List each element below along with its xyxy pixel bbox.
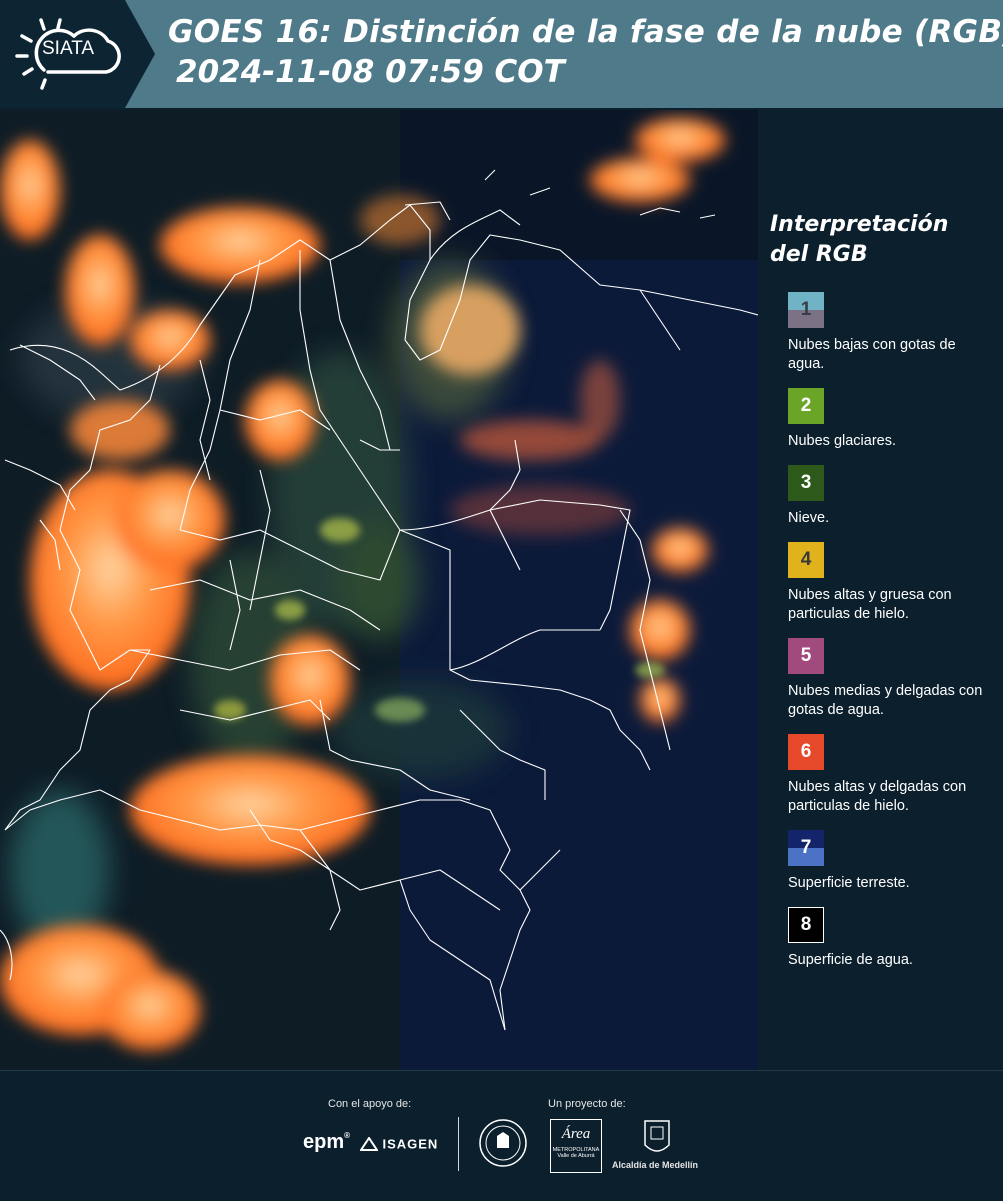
page-title: GOES 16: Distinción de la fase de la nub…	[168, 14, 1003, 50]
isagen-logo: ISAGEN	[359, 1135, 439, 1153]
legend-number: 5	[800, 645, 812, 666]
footer: Con el apoyo de: Un proyecto de: epm® IS…	[0, 1070, 1003, 1201]
legend-item: 2 Nubes glaciares.	[788, 388, 995, 451]
area-text: Área	[561, 1126, 591, 1142]
legend-description: Nubes altas y gruesa con particulas de h…	[788, 587, 952, 622]
legend-swatch: 1	[788, 292, 824, 328]
legend-title: Interpretación del RGB	[770, 210, 995, 270]
area-metropolitana-logo: Área METROPOLITANA Valle de Aburrá	[550, 1119, 602, 1173]
legend-swatch: 2	[788, 388, 824, 424]
project-label: Un proyecto de:	[548, 1098, 626, 1110]
legend-item: 4 Nubes altas y gruesa con particulas de …	[788, 542, 995, 624]
university-seal-icon	[479, 1119, 527, 1167]
legend-swatch: 5	[788, 638, 824, 674]
timestamp: 2024-11-08 07:59 COT	[176, 54, 565, 90]
logo-text: SIATA	[42, 38, 95, 59]
header-bar: SIATA GOES 16: Distinción de la fase de …	[0, 0, 1003, 108]
legend-number: 7	[800, 837, 812, 858]
legend-swatch: 3	[788, 465, 824, 501]
legend-swatch: 8	[788, 907, 824, 943]
legend-item: 1 Nubes bajas con gotas de agua.	[788, 292, 995, 374]
legend-title-line2: del RGB	[770, 242, 868, 267]
footer-divider	[458, 1117, 459, 1171]
isagen-icon	[359, 1135, 379, 1151]
legend-description: Nubes glaciares.	[788, 433, 896, 449]
legend-description: Nubes bajas con gotas de agua.	[788, 337, 956, 372]
legend-number: 6	[800, 741, 812, 762]
epm-text: epm	[303, 1131, 345, 1153]
alcaldia-shield-icon	[644, 1120, 670, 1152]
legend-number: 2	[800, 395, 812, 416]
alcaldia-text: Alcaldía de Medellín	[612, 1160, 699, 1170]
legend-swatch: 4	[788, 542, 824, 578]
rgb-composite-image	[0, 110, 758, 1070]
satellite-map	[0, 110, 758, 1070]
legend-description: Nieve.	[788, 510, 830, 526]
valle-text: Valle de Aburrá	[557, 1153, 595, 1159]
legend-item: 8 Superficie de agua.	[788, 907, 995, 970]
legend-title-line1: Interpretación	[770, 212, 949, 237]
epm-logo: epm®	[303, 1131, 351, 1153]
legend-number: 8	[800, 914, 812, 935]
legend-item: 7 Superficie terreste.	[788, 830, 995, 893]
legend-number: 1	[800, 299, 812, 320]
legend-items: 1 Nubes bajas con gotas de agua. 2 Nubes gl…	[770, 292, 995, 970]
legend-panel: Interpretación del RGB 1 Nubes bajas con …	[770, 210, 995, 970]
legend-swatch: 7	[788, 830, 824, 866]
legend-description: Nubes medias y delgadas con gotas de agu…	[788, 683, 983, 718]
legend-number: 4	[800, 549, 812, 570]
legend-item: 3 Nieve.	[788, 465, 995, 528]
legend-item: 5 Nubes medias y delgadas con gotas de ag…	[788, 638, 995, 720]
support-label: Con el apoyo de:	[328, 1098, 412, 1110]
isagen-text: ISAGEN	[382, 1136, 439, 1152]
legend-description: Superficie de agua.	[788, 952, 913, 968]
legend-description: Nubes altas y delgadas con particulas de…	[788, 779, 967, 814]
legend-description: Superficie terreste.	[788, 875, 910, 891]
legend-swatch: 6	[788, 734, 824, 770]
legend-item: 6 Nubes altas y delgadas con particulas d…	[788, 734, 995, 816]
legend-number: 3	[800, 472, 812, 493]
